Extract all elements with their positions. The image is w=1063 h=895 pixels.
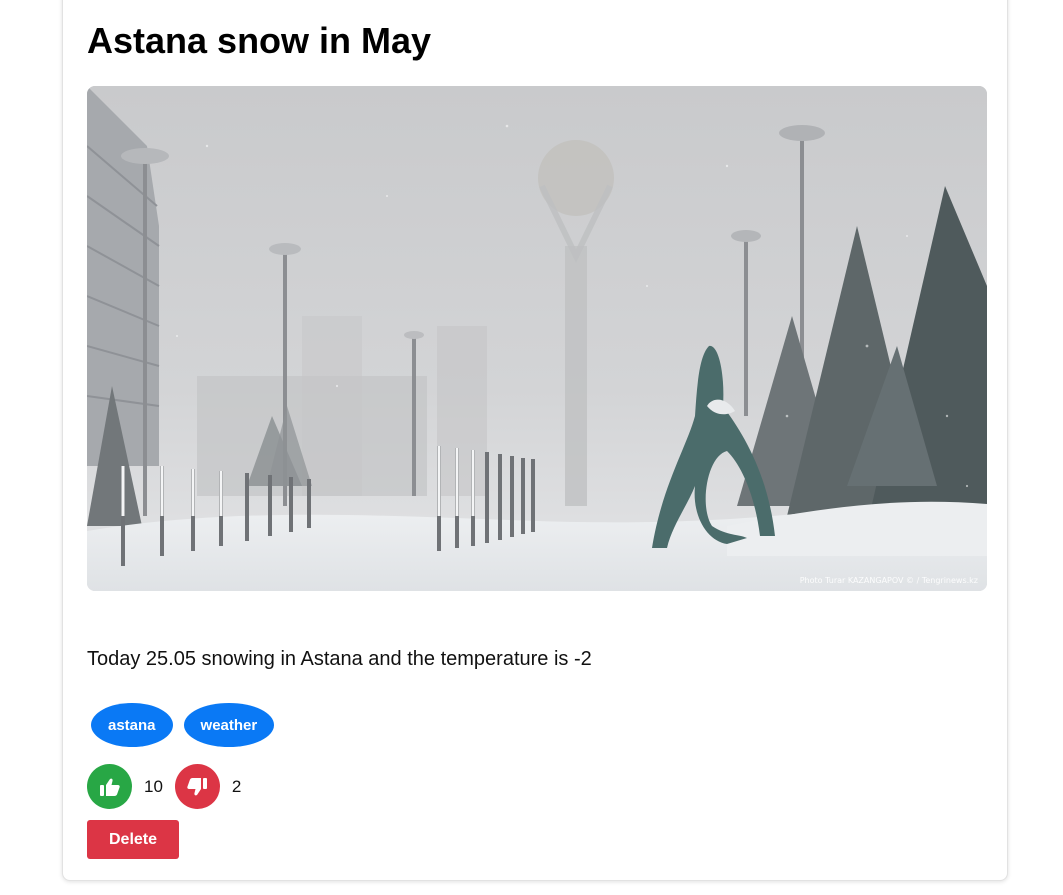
thumbs-down-icon (187, 777, 208, 795)
dislike-button[interactable] (174, 764, 220, 809)
photo-credit: Photo Turar KAZANGAPOV © / Tengrinews.kz (799, 576, 978, 585)
tag-list: astana weather (91, 703, 275, 747)
thumbs-up-icon (99, 778, 120, 796)
delete-button[interactable]: Delete (87, 820, 179, 859)
vote-bar: 10 2 (87, 764, 253, 809)
snowy-city-photo (87, 86, 987, 591)
dislike-count: 2 (231, 776, 242, 796)
post-title: Astana snow in May (87, 20, 432, 61)
like-button[interactable] (87, 764, 132, 809)
like-count: 10 (144, 776, 163, 796)
post-card: Astana snow in May Photo Turar KAZANGAPO… (62, 0, 1008, 881)
tag-weather[interactable]: weather (183, 703, 275, 747)
post-text: Today 25.05 snowing in Astana and the te… (87, 648, 592, 670)
tag-astana[interactable]: astana (91, 703, 173, 747)
post-image: Photo Turar KAZANGAPOV © / Tengrinews.kz (87, 86, 987, 591)
